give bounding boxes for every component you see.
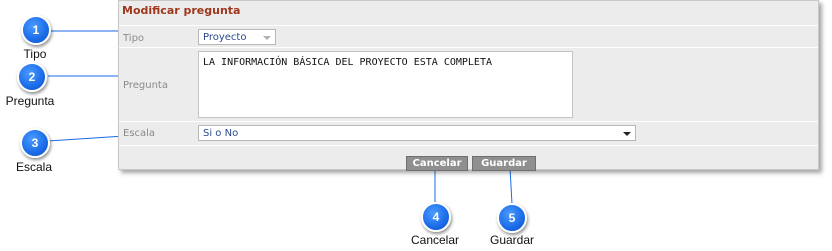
callout-caption-2: Pregunta <box>5 94 55 108</box>
divider <box>119 25 818 26</box>
callout-caption-4: Cancelar <box>410 233 460 247</box>
escala-select[interactable]: Si o No <box>198 125 636 141</box>
modify-question-dialog: Modificar pregunta Tipo Proyecto Pregunt… <box>118 0 819 171</box>
connector-5 <box>509 167 513 205</box>
divider <box>119 47 818 48</box>
chevron-down-icon <box>623 132 631 136</box>
pregunta-textarea[interactable]: LA INFORMACIÓN BÁSICA DEL PROYECTO ESTA … <box>198 51 573 118</box>
tipo-label: Tipo <box>123 33 145 44</box>
pregunta-label: Pregunta <box>123 80 168 91</box>
callout-badge-4: 4 <box>421 202 451 232</box>
tipo-select-value: Proyecto <box>203 32 247 43</box>
callout-caption-3: Escala <box>15 160 53 174</box>
save-button[interactable]: Guardar <box>472 156 536 171</box>
escala-label: Escala <box>123 128 156 139</box>
callout-badge-3: 3 <box>20 128 50 158</box>
callout-badge-5: 5 <box>497 203 527 233</box>
dialog-title: Modificar pregunta <box>122 4 241 17</box>
callout-badge-2: 2 <box>17 62 47 92</box>
escala-select-value: Si o No <box>203 128 239 139</box>
callout-caption-5: Guardar <box>489 233 535 247</box>
callout-badge-1: 1 <box>21 15 51 45</box>
divider <box>119 121 818 122</box>
tipo-select[interactable]: Proyecto <box>198 29 276 45</box>
divider <box>119 145 818 146</box>
callout-caption-1: Tipo <box>23 47 47 61</box>
chevron-down-icon <box>263 36 271 40</box>
cancel-button[interactable]: Cancelar <box>406 156 468 171</box>
